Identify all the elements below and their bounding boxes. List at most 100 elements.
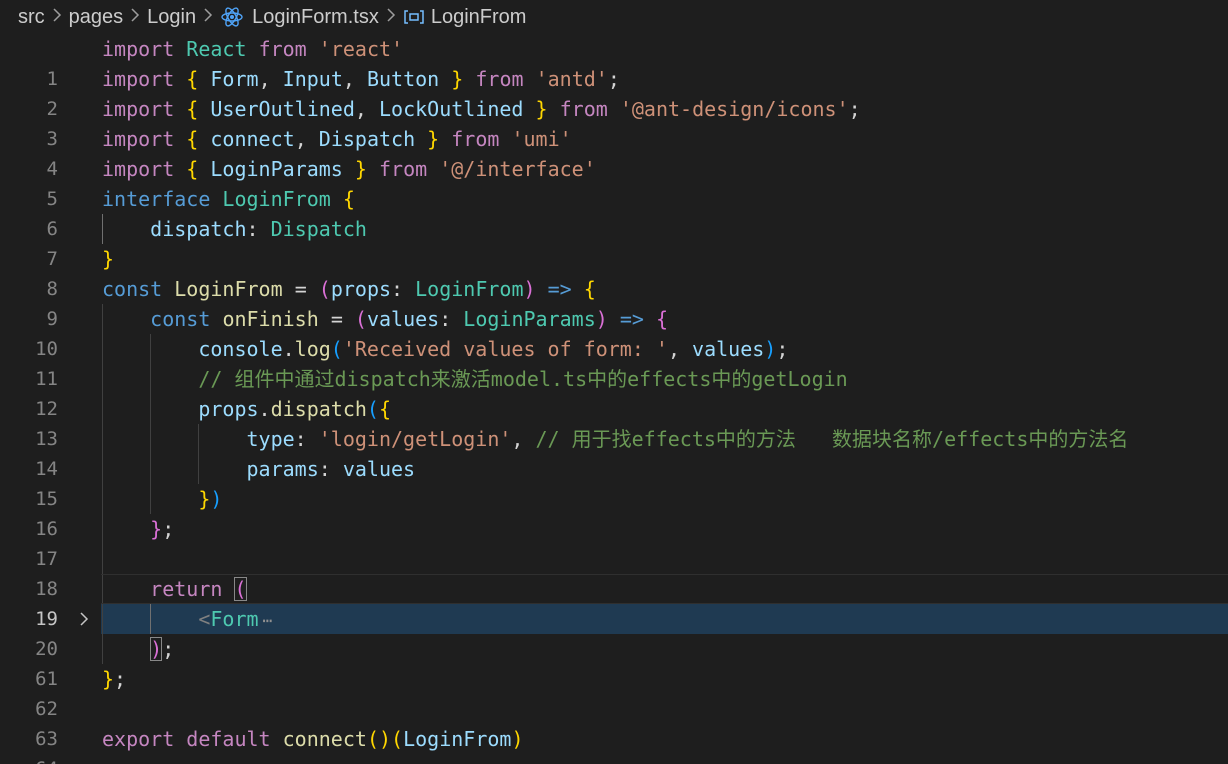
line-content: } [102, 244, 114, 274]
bracket: } [198, 487, 211, 511]
line-content: import { LoginParams } from '@/interface… [102, 154, 596, 184]
jsx-tag: Form [210, 607, 259, 631]
code-line[interactable]: 9 const LoginFrom = (props: LoginFrom) =… [0, 274, 1228, 330]
keyword: from [451, 127, 500, 151]
identifier: values [342, 457, 416, 481]
code-line[interactable]: 15 params: values [0, 454, 1228, 510]
breadcrumb-src[interactable]: src [18, 6, 45, 29]
line-content: import { connect, Dispatch } from 'umi' [102, 124, 572, 154]
code-line[interactable]: 6 interface LoginFrom { [0, 184, 1228, 240]
code-line-current[interactable]: 19 return ( [0, 574, 1228, 630]
bracket: } [150, 517, 163, 541]
bracket: } [102, 247, 115, 271]
indent-guide [102, 544, 103, 574]
bracket: } [427, 127, 440, 151]
bracket: { [378, 397, 392, 421]
identifier: Input [282, 67, 343, 91]
identifier: props [198, 397, 259, 421]
code-line[interactable]: 7 dispatch: Dispatch [0, 214, 1228, 270]
line-content: <Form ⋯ [102, 604, 272, 636]
breadcrumb-pages[interactable]: pages [69, 6, 124, 29]
identifier: LoginParams [210, 157, 343, 181]
code-line-folded[interactable]: 20 <Form ⋯ [0, 604, 1228, 660]
code-area[interactable]: 1 import React from 'react' 2 import { F… [0, 34, 1228, 764]
string: 'antd' [535, 67, 608, 91]
property: dispatch [150, 217, 247, 241]
keyword: import [102, 37, 175, 61]
code-line[interactable]: 62 }; [0, 664, 1228, 720]
keyword: const [102, 277, 163, 301]
chevron-right-icon[interactable] [74, 604, 94, 634]
react-icon [220, 5, 244, 29]
code-line[interactable]: 4 import { connect, Dispatch } from 'umi… [0, 124, 1228, 180]
punctuation: , [667, 337, 680, 361]
bracket: { [655, 307, 669, 331]
function-name: log [294, 337, 331, 361]
punctuation: , [354, 97, 367, 121]
keyword: import [102, 67, 175, 91]
code-line[interactable]: 12 // 组件中通过dispatch来激活model.ts中的effects中… [0, 364, 1228, 420]
breadcrumb-separator [379, 6, 403, 29]
keyword: import [102, 157, 175, 181]
punctuation: ; [162, 637, 175, 661]
bracket: } [451, 67, 464, 91]
line-content: import { UserOutlined, LockOutlined } fr… [102, 94, 861, 124]
line-content: type: 'login/getLogin', // 用于找effects中的方… [102, 424, 1129, 454]
line-content: const LoginFrom = (props: LoginFrom) => … [102, 274, 596, 304]
code-line[interactable]: 8 } [0, 244, 1228, 300]
code-editor[interactable]: src pages Login LoginForm.tsx LoginFrom … [0, 0, 1228, 764]
punctuation: ; [776, 337, 789, 361]
punctuation: , [258, 67, 271, 91]
bracket: { [186, 127, 199, 151]
code-line[interactable]: 61 ); [0, 634, 1228, 690]
code-line[interactable]: 14 type: 'login/getLogin', // 用于找effects… [0, 424, 1228, 480]
bracket: } [354, 157, 367, 181]
line-number: 64 [0, 754, 58, 764]
arrow: => [547, 277, 572, 301]
identifier: LoginFrom [403, 727, 512, 751]
breadcrumb-file[interactable]: LoginForm.tsx [220, 5, 379, 29]
bracket: ) [210, 487, 223, 511]
breadcrumb-separator [45, 6, 69, 29]
identifier: UserOutlined [210, 97, 355, 121]
keyword: export [102, 727, 175, 751]
line-content: }) [102, 484, 222, 514]
line-content: }; [102, 514, 174, 544]
bracket: ( [391, 727, 404, 751]
breadcrumb-login[interactable]: Login [147, 6, 196, 29]
identifier: console [198, 337, 283, 361]
keyword: import [102, 97, 175, 121]
type-name: Dispatch [270, 217, 367, 241]
type-name: LoginParams [463, 307, 596, 331]
bracket: } [102, 667, 115, 691]
code-line[interactable]: 64 export default connect()(LoginFrom) [0, 724, 1228, 764]
identifier: React [186, 37, 247, 61]
code-line[interactable]: 11 console.log('Received values of form:… [0, 334, 1228, 390]
code-line[interactable]: 17 }; [0, 514, 1228, 570]
code-line[interactable]: 3 import { UserOutlined, LockOutlined } … [0, 94, 1228, 150]
bracket: { [342, 187, 355, 211]
breadcrumb-symbol[interactable]: LoginFrom [403, 6, 526, 29]
code-line[interactable]: 5 import { LoginParams } from '@/interfa… [0, 154, 1228, 210]
arrow: => [619, 307, 644, 331]
identifier: values [692, 337, 765, 361]
code-line[interactable]: 1 import React from 'react' [0, 34, 1228, 90]
code-line[interactable]: 18 [0, 544, 1228, 600]
string: 'login/getLogin' [318, 427, 512, 451]
keyword: from [559, 97, 608, 121]
punctuation: : [391, 277, 404, 301]
code-line[interactable]: 13 props.dispatch({ [0, 394, 1228, 450]
bracket: { [186, 157, 199, 181]
code-line[interactable]: 63 [0, 694, 1228, 750]
code-line[interactable]: 10 const onFinish = (values: LoginParams… [0, 304, 1228, 360]
identifier: onFinish [222, 307, 319, 331]
keyword: const [150, 307, 211, 331]
ellipsis-icon[interactable]: ⋯ [263, 611, 273, 630]
comment: // 组件中通过dispatch来激活model.ts中的effects中的ge… [198, 367, 848, 391]
code-line[interactable]: 2 import { Form, Input, Button } from 'a… [0, 64, 1228, 120]
punctuation: : [246, 217, 259, 241]
punctuation: , [342, 67, 355, 91]
code-line[interactable]: 16 }) [0, 484, 1228, 540]
punctuation: = [294, 277, 307, 301]
bracket: ) [511, 727, 524, 751]
